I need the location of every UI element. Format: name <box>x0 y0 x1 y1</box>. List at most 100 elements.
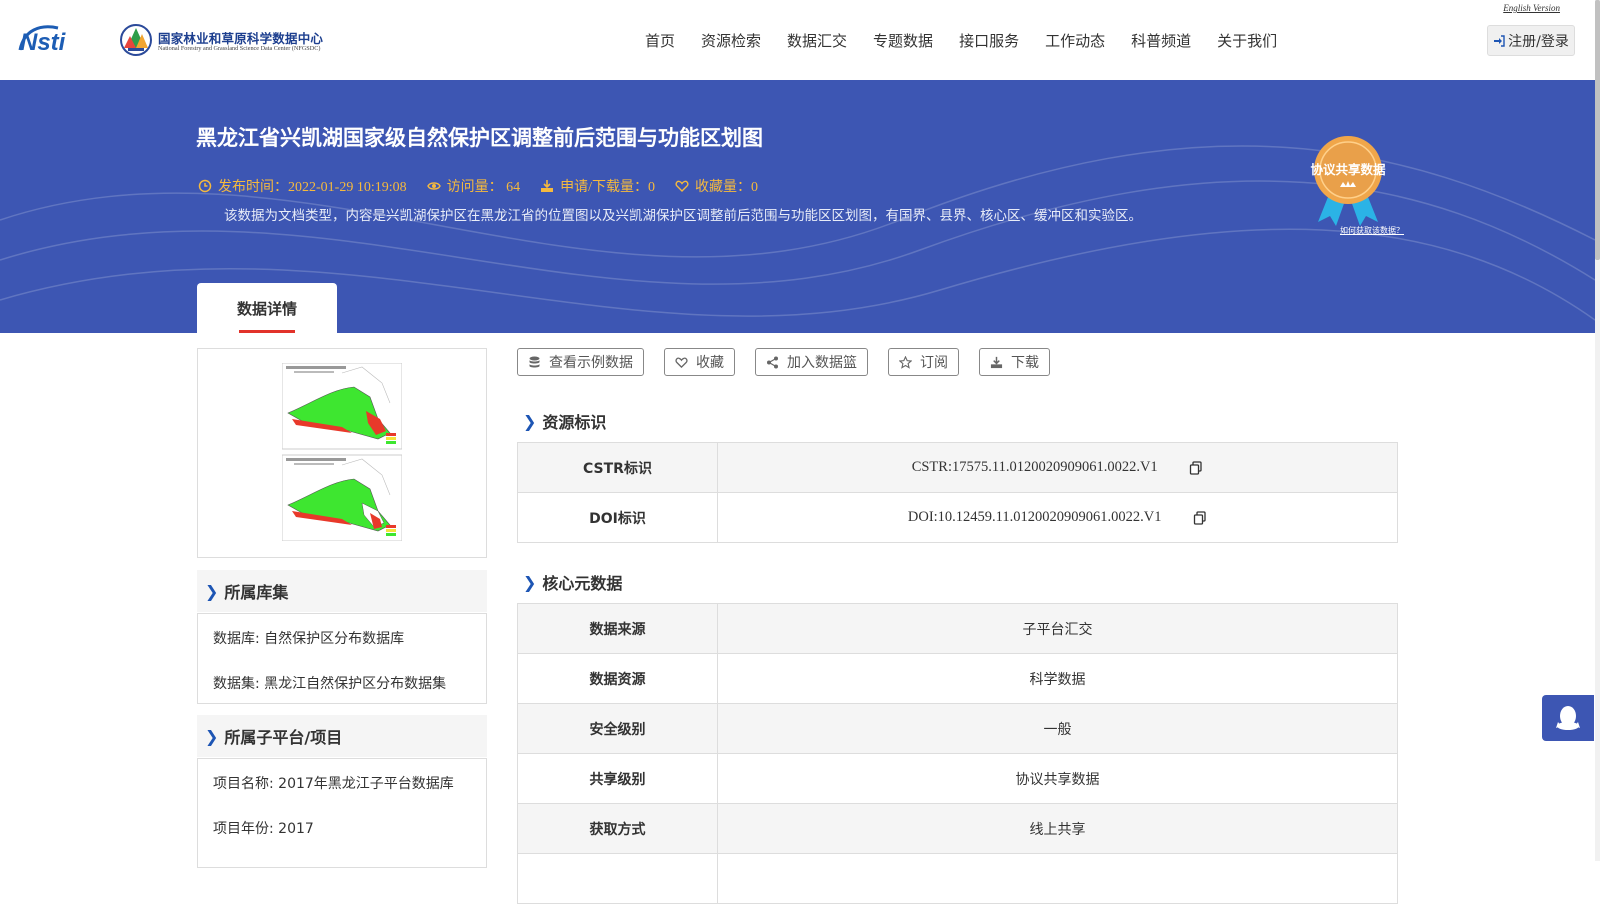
meta-value: 一般 <box>717 703 1398 754</box>
doi-value-cell: DOI:10.12459.11.0120020909061.0022.V1 <box>717 492 1398 543</box>
publish-time-text: 发布时间：2022-01-29 10:19:08 <box>218 180 407 195</box>
download-count-text: 申请/下载量：0 <box>560 180 655 195</box>
page-scrollbar[interactable] <box>1595 0 1600 861</box>
table-row: 安全级别 一般 <box>517 703 1398 754</box>
doi-key: DOI标识 <box>517 492 718 543</box>
table-row: CSTR标识 CSTR:17575.11.0120020909061.0022.… <box>517 442 1398 493</box>
dataset-link[interactable]: 数据集: 黑龙江自然保护区分布数据集 <box>213 673 446 693</box>
subscribe-label: 订阅 <box>920 355 948 371</box>
nav-resource-search[interactable]: 资源检索 <box>701 30 761 51</box>
english-version-link[interactable]: English Version <box>1503 3 1560 13</box>
copy-icon[interactable] <box>1193 511 1207 525</box>
main-nav: 首页 资源检索 数据汇交 专题数据 接口服务 工作动态 科普频道 关于我们 <box>645 30 1303 51</box>
table-row: 共享级别 协议共享数据 <box>517 753 1398 804</box>
publish-time: 发布时间：2022-01-29 10:19:08 <box>198 176 407 196</box>
clock-icon <box>198 179 212 193</box>
view-count-text: 访问量： 64 <box>446 180 521 195</box>
meta-key: 共享级别 <box>517 753 718 804</box>
table-row: 获取方式 线上共享 <box>517 803 1398 854</box>
tab-data-detail[interactable]: 数据详情 <box>197 283 337 333</box>
heart-icon <box>675 357 688 368</box>
view-count: 访问量： 64 <box>426 176 521 196</box>
core-metadata-header: ❯ 核心元数据 <box>523 570 622 594</box>
meta-value: 子平台汇交 <box>717 603 1398 654</box>
platform-section-title: 所属子平台/项目 <box>224 728 343 747</box>
database-link[interactable]: 数据库: 自然保护区分布数据库 <box>213 628 404 648</box>
subscribe-button[interactable]: 订阅 <box>888 348 959 376</box>
cstr-value-cell: CSTR:17575.11.0120020909061.0022.V1 <box>717 442 1398 493</box>
favorite-label: 收藏 <box>696 355 724 371</box>
library-section-title: 所属库集 <box>224 583 289 602</box>
nav-api-service[interactable]: 接口服务 <box>959 30 1019 51</box>
qq-chat-button[interactable] <box>1542 695 1594 741</box>
nav-thematic-data[interactable]: 专题数据 <box>873 30 933 51</box>
meta-key-empty <box>517 853 718 904</box>
download-label: 下载 <box>1011 355 1039 371</box>
meta-key: 数据资源 <box>517 653 718 704</box>
meta-value: 协议共享数据 <box>717 753 1398 804</box>
dataset-thumbnail[interactable] <box>197 348 487 558</box>
project-year: 项目年份: 2017 <box>213 821 314 837</box>
meta-value-empty <box>717 853 1398 904</box>
action-toolbar: 查看示例数据 收藏 加入数据篮 订阅 下载 <box>517 348 1070 376</box>
meta-value: 线上共享 <box>717 803 1398 854</box>
nav-data-submission[interactable]: 数据汇交 <box>787 30 847 51</box>
add-to-basket-button[interactable]: 加入数据篮 <box>755 348 868 376</box>
doi-value: DOI:10.12459.11.0120020909061.0022.V1 <box>907 509 1162 525</box>
table-row: DOI标识 DOI:10.12459.11.0120020909061.0022… <box>517 492 1398 543</box>
project-name: 项目名称: 2017年黑龙江子平台数据库 <box>213 776 454 792</box>
cstr-value: CSTR:17575.11.0120020909061.0022.V1 <box>911 459 1158 475</box>
dataset-meta: 发布时间：2022-01-29 10:19:08 访问量： 64 申请/下载量：… <box>198 176 778 196</box>
badge-text: 协议共享数据 <box>1310 162 1386 177</box>
resource-id-title: 资源标识 <box>542 413 607 432</box>
core-metadata-table: 数据来源 子平台汇交 数据资源 科学数据 安全级别 一般 共享级别 协议共享数据… <box>517 603 1398 904</box>
add-to-basket-label: 加入数据篮 <box>787 355 857 371</box>
svg-text:Nsti: Nsti <box>20 29 67 56</box>
tab-data-detail-label: 数据详情 <box>236 299 297 318</box>
how-to-get-data-link[interactable]: 如何获取该数据？ <box>1340 225 1404 236</box>
chevron-right-icon: ❯ <box>205 581 219 601</box>
platform-section-body: 项目名称: 2017年黑龙江子平台数据库 项目年份: 2017 <box>197 758 487 868</box>
thumbnail-map-image <box>282 363 402 541</box>
meta-key: 安全级别 <box>517 703 718 754</box>
heart-icon <box>675 180 689 192</box>
download-button[interactable]: 下载 <box>979 348 1050 376</box>
nav-science-channel[interactable]: 科普频道 <box>1131 30 1191 51</box>
nav-work-news[interactable]: 工作动态 <box>1045 30 1105 51</box>
view-sample-data-label: 查看示例数据 <box>549 355 633 371</box>
dataset-banner: 黑龙江省兴凯湖国家级自然保护区调整前后范围与功能区划图 发布时间：2022-01… <box>0 80 1595 333</box>
download-count: 申请/下载量：0 <box>540 176 655 196</box>
top-header: English Version Nsti 国家林业和草原科学数据中心 Natio… <box>0 0 1600 80</box>
database-icon <box>529 356 540 367</box>
table-row: 数据来源 子平台汇交 <box>517 603 1398 654</box>
cstr-key: CSTR标识 <box>517 442 718 493</box>
meta-value: 科学数据 <box>717 653 1398 704</box>
resource-id-header: ❯ 资源标识 <box>523 409 606 433</box>
table-row <box>517 853 1398 904</box>
ngsdc-emblem-icon <box>120 24 152 56</box>
favorite-button[interactable]: 收藏 <box>664 348 735 376</box>
nav-home[interactable]: 首页 <box>645 30 675 51</box>
nav-about-us[interactable]: 关于我们 <box>1217 30 1277 51</box>
sign-in-icon <box>1494 34 1505 47</box>
shared-data-badge-icon: 协议共享数据 <box>1310 136 1386 226</box>
share-icon <box>767 356 778 368</box>
view-sample-data-button[interactable]: 查看示例数据 <box>517 348 644 376</box>
chevron-right-icon: ❯ <box>523 411 537 431</box>
login-label: 注册/登录 <box>1508 33 1569 50</box>
ngsdc-logo[interactable]: 国家林业和草原科学数据中心 National Forestry and Gras… <box>118 22 338 58</box>
qq-penguin-icon <box>1556 706 1580 730</box>
login-button[interactable]: 注册/登录 <box>1487 25 1575 56</box>
copy-icon[interactable] <box>1189 461 1203 475</box>
favorite-count: 收藏量：0 <box>675 176 758 196</box>
dataset-description: 该数据为文档类型，内容是兴凯湖保护区在黑龙江省的位置图以及兴凯湖保护区调整前后范… <box>224 208 1142 224</box>
scrollbar-thumb[interactable] <box>1595 0 1600 260</box>
nsti-logo[interactable]: Nsti <box>18 22 98 56</box>
tab-active-underline <box>239 330 295 333</box>
core-metadata-title: 核心元数据 <box>542 574 623 593</box>
library-section-body: 数据库: 自然保护区分布数据库 数据集: 黑龙江自然保护区分布数据集 <box>197 613 487 704</box>
favorite-count-text: 收藏量：0 <box>695 180 758 195</box>
meta-key: 数据来源 <box>517 603 718 654</box>
resource-id-table: CSTR标识 CSTR:17575.11.0120020909061.0022.… <box>517 442 1398 543</box>
dataset-title: 黑龙江省兴凯湖国家级自然保护区调整前后范围与功能区划图 <box>196 126 763 150</box>
